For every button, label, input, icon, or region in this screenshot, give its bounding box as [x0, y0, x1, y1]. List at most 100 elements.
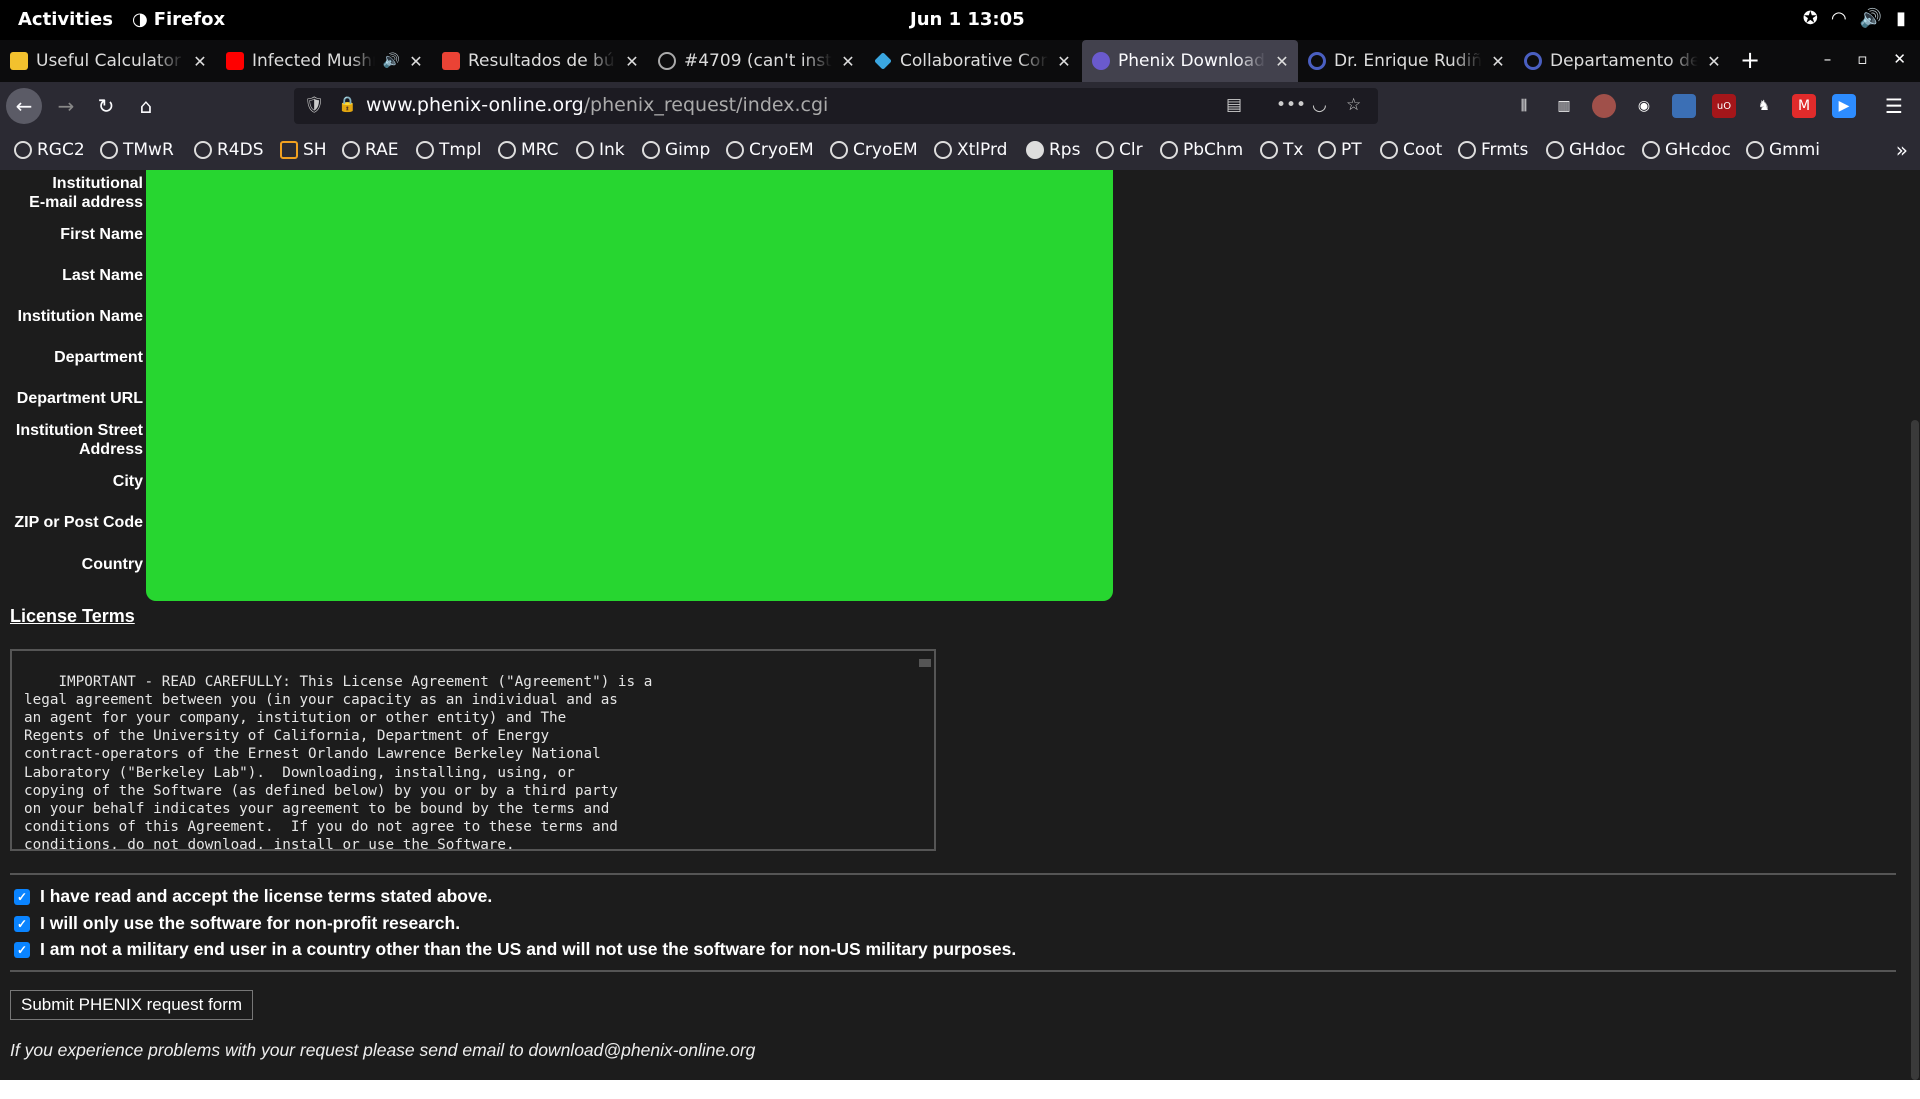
screen-bottom: [0, 1080, 1920, 1099]
close-icon[interactable]: ✕: [192, 52, 208, 71]
extension-paw-icon[interactable]: ♞: [1752, 94, 1776, 118]
more-actions-icon[interactable]: •••: [1276, 95, 1306, 115]
tab-github-issue[interactable]: #4709 (can't install ✕: [648, 40, 864, 82]
bookmark-item[interactable]: SH: [280, 140, 327, 160]
label-last-name: Last Name: [62, 267, 143, 284]
military-label[interactable]: I am not a military end user in a countr…: [40, 939, 1016, 960]
bookmark-label: SH: [303, 140, 327, 160]
tab-enrique-rudino[interactable]: Dr. Enrique Rudiño ✕: [1298, 40, 1514, 82]
chevron-right-icon[interactable]: »: [1896, 138, 1908, 162]
home-button[interactable]: ⌂: [128, 88, 164, 124]
clock[interactable]: Jun 1 13:05: [910, 9, 1025, 30]
maximize-icon[interactable]: ▫: [1857, 50, 1867, 68]
url-text[interactable]: www.phenix-online.org/phenix_request/ind…: [366, 94, 828, 116]
nonprofit-label[interactable]: I will only use the software for non-pro…: [40, 913, 460, 934]
bookmark-item[interactable]: XtlPrd: [934, 140, 1007, 160]
accept-license-label[interactable]: I have read and accept the license terms…: [40, 886, 492, 907]
volume-icon[interactable]: 🔊: [1860, 8, 1882, 29]
battery-icon[interactable]: ▮: [1896, 8, 1906, 29]
globe-icon: [1458, 141, 1476, 159]
bookmark-item[interactable]: Ink: [576, 140, 625, 160]
bookmark-item[interactable]: Clr: [1096, 140, 1143, 160]
close-icon[interactable]: ✕: [408, 52, 424, 71]
system-tray[interactable]: ✪ ◠ 🔊 ▮: [1803, 8, 1906, 29]
military-row[interactable]: ✓ I am not a military end user in a coun…: [14, 939, 1016, 960]
pocket-icon[interactable]: ◡: [1312, 95, 1327, 115]
insecure-lock-icon[interactable]: 🔒: [338, 95, 357, 113]
bookmark-item[interactable]: Coot: [1380, 140, 1442, 160]
extension-avatar-icon[interactable]: [1592, 94, 1616, 118]
tab-collaborative[interactable]: Collaborative Computational ✕: [864, 40, 1080, 82]
bookmark-item[interactable]: R4DS: [194, 140, 264, 160]
new-tab-button[interactable]: +: [1740, 46, 1760, 74]
close-icon[interactable]: ✕: [1490, 52, 1506, 71]
label-first-name: First Name: [60, 226, 143, 243]
accept-license-checkbox[interactable]: ✓: [14, 888, 30, 905]
tab-infected-mushroom[interactable]: Infected Mushroom 🔊 ✕: [216, 40, 432, 82]
menu-icon[interactable]: ☰: [1882, 94, 1906, 118]
accessibility-icon[interactable]: ✪: [1803, 8, 1818, 29]
extension-red-icon[interactable]: M: [1792, 94, 1816, 118]
speaker-icon[interactable]: 🔊: [383, 53, 400, 69]
bookmark-item[interactable]: Tmpl: [416, 140, 481, 160]
scrollbar-thumb[interactable]: [1911, 420, 1919, 1080]
bookmark-item[interactable]: Rps: [1026, 140, 1080, 160]
bookmark-item[interactable]: TMwR: [100, 140, 174, 160]
license-textarea[interactable]: IMPORTANT - READ CAREFULLY: This License…: [10, 649, 936, 851]
shield-icon[interactable]: 🛡: [304, 95, 324, 114]
tab-phenix-download[interactable]: Phenix Download ✕: [1082, 40, 1298, 82]
forward-button[interactable]: →: [48, 88, 84, 124]
bookmark-item[interactable]: GHdoc: [1546, 140, 1626, 160]
bookmark-item[interactable]: PT: [1318, 140, 1362, 160]
close-icon[interactable]: ✕: [1056, 52, 1072, 71]
bookmarks-toolbar: RGC2 TMwR R4DS SH RAE Tmpl MRC Ink Gimp …: [0, 130, 1920, 170]
tab-gmail[interactable]: Resultados de búsqueda ✕: [432, 40, 648, 82]
reader-view-icon[interactable]: ▤: [1226, 95, 1242, 115]
accept-license-row[interactable]: ✓ I have read and accept the license ter…: [14, 886, 492, 907]
bookmark-item[interactable]: Gimp: [642, 140, 710, 160]
globe-icon: [642, 141, 660, 159]
military-checkbox[interactable]: ✓: [14, 941, 30, 958]
ublock-icon[interactable]: uO: [1712, 94, 1736, 118]
tab-title: Resultados de búsqueda: [468, 51, 616, 71]
close-icon[interactable]: ✕: [1706, 52, 1722, 71]
bookmark-label: PT: [1341, 140, 1362, 160]
reload-button[interactable]: ↻: [88, 88, 124, 124]
globe-icon: [1746, 141, 1764, 159]
bookmark-item[interactable]: Gmmi: [1746, 140, 1820, 160]
extension-containers-icon[interactable]: [1672, 94, 1696, 118]
close-icon[interactable]: ✕: [1274, 52, 1290, 71]
textarea-scrollbar[interactable]: [918, 653, 932, 847]
tab-title: #4709 (can't install: [684, 51, 832, 71]
tab-useful-calculator[interactable]: Useful Calculator ✕: [0, 40, 216, 82]
close-icon[interactable]: ✕: [624, 52, 640, 71]
bookmark-item[interactable]: Frmts: [1458, 140, 1528, 160]
close-window-icon[interactable]: ✕: [1893, 50, 1906, 68]
tab-departamento[interactable]: Departamento de ✕: [1514, 40, 1730, 82]
bookmark-star-icon[interactable]: ☆: [1346, 95, 1361, 115]
app-menu[interactable]: ◑ Firefox: [132, 9, 225, 30]
extension-mask-icon[interactable]: ◉: [1632, 94, 1656, 118]
submit-button[interactable]: Submit PHENIX request form: [10, 990, 254, 1020]
sidebar-icon[interactable]: ▥: [1552, 94, 1576, 118]
library-icon[interactable]: ⫼: [1512, 94, 1536, 118]
bookmark-item[interactable]: Tx: [1260, 140, 1303, 160]
minimize-icon[interactable]: –: [1824, 50, 1832, 68]
wifi-icon[interactable]: ◠: [1832, 8, 1846, 29]
url-bar[interactable]: 🛡 🔒 www.phenix-online.org/phenix_request…: [294, 88, 1378, 124]
bookmark-item[interactable]: RAE: [342, 140, 399, 160]
nonprofit-checkbox[interactable]: ✓: [14, 915, 30, 932]
activities-button[interactable]: Activities: [18, 9, 113, 30]
close-icon[interactable]: ✕: [840, 52, 856, 71]
back-button[interactable]: ←: [6, 88, 42, 124]
bookmark-item[interactable]: MRC: [498, 140, 559, 160]
bookmark-item[interactable]: PbChm: [1160, 140, 1243, 160]
bookmark-item[interactable]: CryoEM: [726, 140, 814, 160]
bookmark-item[interactable]: RGC2: [14, 140, 85, 160]
bookmark-item[interactable]: CryoEM: [830, 140, 918, 160]
zoom-icon[interactable]: ▶: [1832, 94, 1856, 118]
globe-icon: [934, 141, 952, 159]
bookmark-item[interactable]: GHcdoc: [1642, 140, 1731, 160]
page-scrollbar[interactable]: [1910, 170, 1920, 1080]
nonprofit-row[interactable]: ✓ I will only use the software for non-p…: [14, 913, 460, 934]
